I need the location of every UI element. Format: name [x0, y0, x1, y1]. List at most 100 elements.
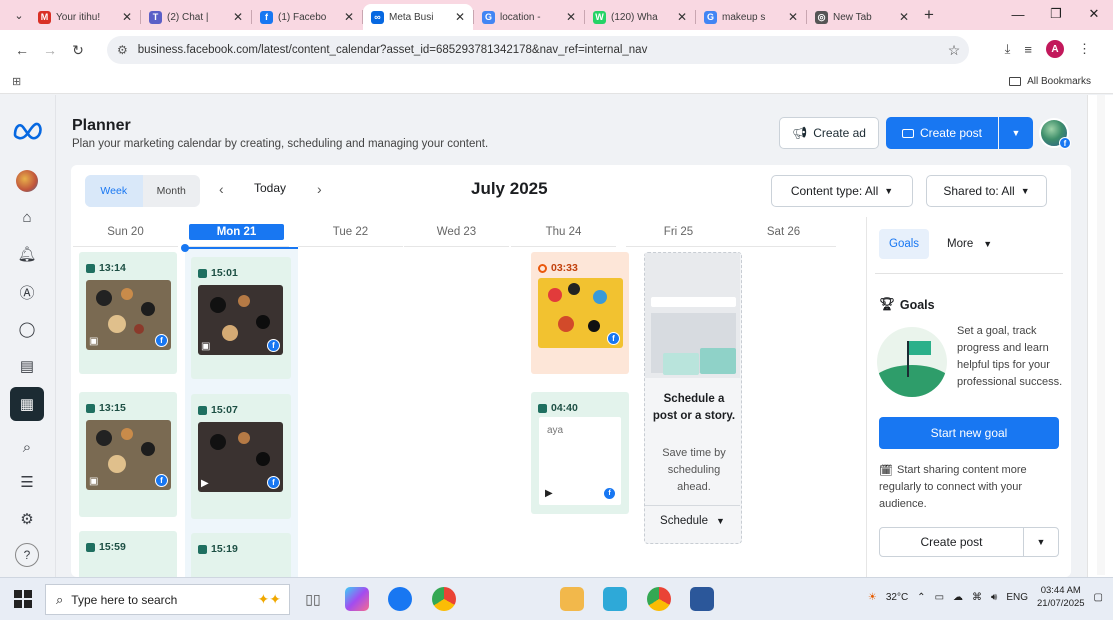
ads-icon[interactable]: Ⓐ: [13, 278, 41, 306]
scheduled-post[interactable]: 15:59: [79, 531, 177, 577]
weather-temp[interactable]: 32°C: [886, 592, 908, 603]
shared-to-filter[interactable]: Shared to: All ▼: [926, 175, 1047, 207]
file-explorer-icon[interactable]: [560, 587, 584, 611]
start-new-goal-button[interactable]: Start new goal: [879, 417, 1059, 449]
scheduled-post[interactable]: 04:40 aya ▶ f: [531, 392, 629, 514]
scheduled-post[interactable]: 15:19: [191, 533, 291, 577]
new-tab-button[interactable]: +: [917, 5, 941, 25]
create-ad-button[interactable]: 📢︎ Create ad: [779, 117, 879, 149]
chrome-icon[interactable]: [432, 587, 456, 611]
day-column-mon: 15:01 ▣ f 15:07 ▶ f 15:19: [181, 244, 298, 577]
battery-icon[interactable]: ▭: [935, 592, 944, 603]
view-month-button[interactable]: Month: [143, 175, 201, 207]
scheduled-post[interactable]: 15:01 ▣ f: [191, 257, 291, 379]
onedrive-icon[interactable]: ☁: [953, 592, 963, 603]
day-header: Thu 24: [511, 217, 616, 247]
weather-icon[interactable]: ☀: [868, 592, 877, 603]
minimize-button[interactable]: —: [999, 0, 1037, 28]
post-time: 15:59: [86, 541, 126, 553]
back-button[interactable]: ←: [8, 42, 36, 58]
search-icon[interactable]: ⌕: [13, 433, 41, 461]
copilot-icon[interactable]: [345, 587, 369, 611]
word-icon[interactable]: [690, 587, 714, 611]
view-week-button[interactable]: Week: [85, 175, 143, 207]
scrollbar-thumb[interactable]: [1097, 95, 1105, 575]
menu-kebab-icon[interactable]: ⋮: [1078, 41, 1091, 57]
bookmark-star-icon[interactable]: ☆: [939, 42, 969, 59]
next-week-chevron-icon[interactable]: ›: [317, 181, 322, 197]
messages-icon[interactable]: ◯: [13, 315, 41, 343]
edge-like-app-icon[interactable]: [388, 587, 412, 611]
reload-button[interactable]: ↻: [64, 42, 92, 59]
browser-tab[interactable]: M Your itihu! ✕: [30, 4, 140, 30]
tab-goals[interactable]: Goals: [879, 229, 930, 259]
close-tab-icon[interactable]: ✕: [344, 10, 354, 24]
today-button[interactable]: Today: [254, 181, 286, 195]
maximize-button[interactable]: ❐: [1037, 0, 1075, 28]
account-avatar-icon[interactable]: [13, 167, 41, 195]
home-icon[interactable]: ⌂: [13, 203, 41, 231]
profile-avatar[interactable]: A: [1046, 40, 1064, 58]
scheduled-post[interactable]: 15:07 ▶ f: [191, 394, 291, 519]
clock[interactable]: 03:44 AM 21/07/2025: [1037, 584, 1085, 610]
create-post-dropdown[interactable]: ▼: [999, 117, 1033, 149]
site-info-icon[interactable]: ⚙: [117, 43, 128, 57]
prev-week-chevron-icon[interactable]: ‹: [219, 181, 224, 197]
windows-start-icon[interactable]: [14, 590, 32, 608]
panel-create-post-button[interactable]: Create post ▼: [879, 527, 1059, 557]
close-tab-icon[interactable]: ✕: [788, 10, 798, 24]
scheduled-post[interactable]: 13:14 ▣ f: [79, 252, 177, 374]
browser-tab[interactable]: Gmakeup s ✕: [696, 4, 806, 30]
notification-center-icon[interactable]: ▢: [1094, 592, 1103, 603]
close-tab-icon[interactable]: ✕: [122, 10, 132, 24]
close-tab-icon[interactable]: ✕: [899, 10, 909, 24]
schedule-button[interactable]: Schedule ▼: [645, 505, 740, 535]
browser-tab[interactable]: ∞ Meta Busi ✕: [363, 4, 473, 30]
browser-tab[interactable]: ◎ New Tab ✕: [807, 4, 917, 30]
task-view-icon[interactable]: ▯▯: [301, 587, 325, 611]
media-control-icon[interactable]: ≡: [1024, 42, 1032, 57]
meta-logo-icon[interactable]: [12, 120, 44, 140]
forward-button[interactable]: →: [36, 42, 64, 58]
browser-tab[interactable]: T (2) Chat | ✕: [141, 4, 251, 30]
tab-more[interactable]: More ▼: [937, 229, 1002, 259]
language-indicator[interactable]: ENG: [1006, 592, 1028, 603]
post-time: 03:33: [538, 262, 578, 274]
all-bookmarks-button[interactable]: All Bookmarks: [1009, 76, 1091, 87]
download-icon[interactable]: ⤓: [1005, 41, 1011, 57]
all-tools-list-icon[interactable]: ☰: [13, 468, 41, 496]
planner-calendar-icon[interactable]: ▦: [10, 387, 44, 421]
address-bar[interactable]: ⚙ business.facebook.com/latest/content_c…: [107, 36, 969, 64]
browser-tab[interactable]: f (1) Facebo ✕: [252, 4, 362, 30]
volume-icon[interactable]: 🔊︎: [991, 592, 997, 603]
store-icon[interactable]: [603, 587, 627, 611]
help-icon[interactable]: ?: [15, 543, 39, 567]
close-window-button[interactable]: ✕: [1075, 0, 1113, 28]
google-icon: G: [704, 10, 717, 24]
panel-create-post-dropdown[interactable]: ▼: [1024, 528, 1058, 556]
scheduled-post[interactable]: 13:15 ▣ f: [79, 392, 177, 517]
chrome-profile-icon[interactable]: [647, 587, 671, 611]
page-profile-avatar[interactable]: f: [1039, 118, 1071, 149]
panel-create-post-label[interactable]: Create post: [880, 528, 1024, 556]
content-icon[interactable]: ▤: [13, 352, 41, 380]
notifications-bell-icon[interactable]: 🔔︎: [13, 240, 41, 268]
close-tab-icon[interactable]: ✕: [566, 10, 576, 24]
tab-search-chevron-icon[interactable]: ⌄: [8, 4, 30, 26]
draft-post[interactable]: 03:33 f: [531, 252, 629, 374]
browser-tab[interactable]: Glocation - ✕: [474, 4, 584, 30]
close-tab-icon[interactable]: ✕: [677, 10, 687, 24]
create-ad-label: Create ad: [813, 126, 866, 140]
close-tab-icon[interactable]: ✕: [233, 10, 243, 24]
page-scrollbar[interactable]: [1087, 95, 1113, 577]
close-tab-icon[interactable]: ✕: [455, 10, 465, 24]
settings-gear-icon[interactable]: ⚙: [13, 505, 41, 533]
browser-tab[interactable]: W (120) Wha ✕: [585, 4, 695, 30]
network-icon[interactable]: ⌘: [972, 592, 982, 603]
content-type-filter[interactable]: Content type: All ▼: [771, 175, 913, 207]
apps-grid-icon[interactable]: ⊞: [12, 75, 21, 88]
create-post-button[interactable]: Create post: [886, 117, 998, 149]
create-post-label: Create post: [919, 126, 983, 140]
taskbar-search-box[interactable]: ⌕ Type here to search ✦✦: [45, 584, 290, 615]
tray-overflow-chevron-icon[interactable]: ⌃: [917, 592, 925, 603]
